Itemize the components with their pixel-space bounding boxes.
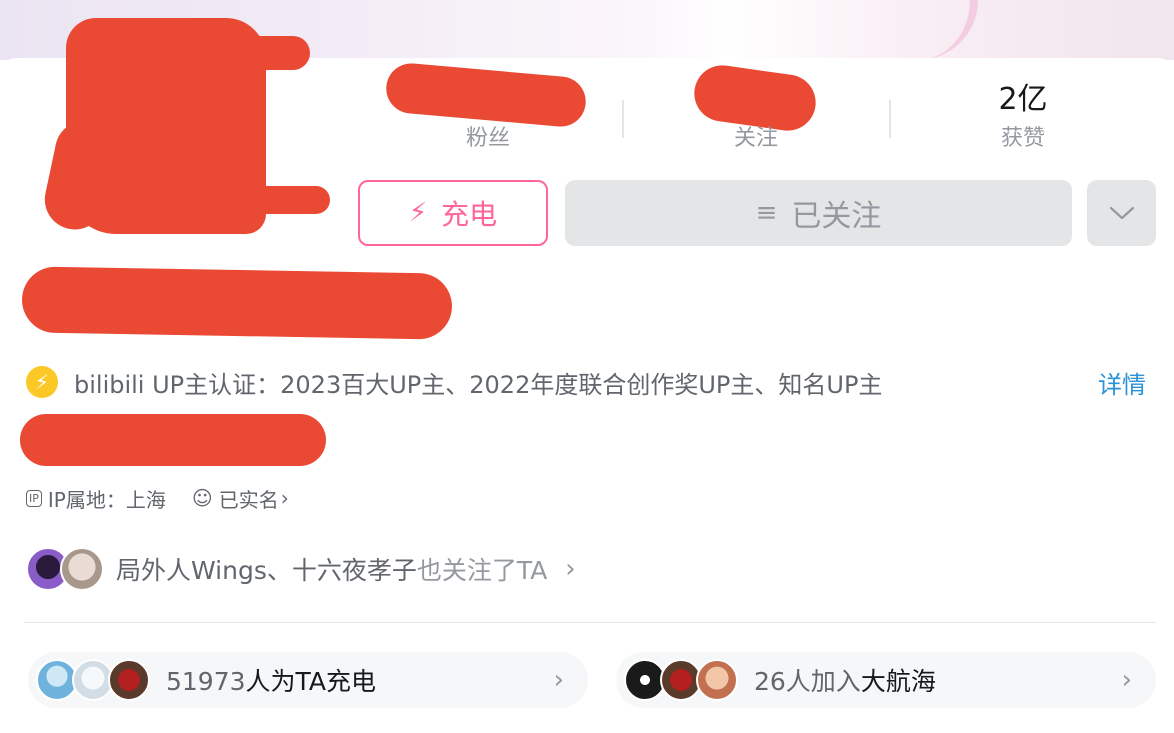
avatar bbox=[60, 547, 104, 591]
lightning-icon: ⚡ bbox=[408, 198, 428, 228]
stat-fans[interactable]: 粉丝 bbox=[418, 80, 558, 152]
fleet-count: 26人加入 bbox=[754, 667, 861, 696]
stat-divider bbox=[889, 100, 891, 138]
stat-likes-value: 2亿 bbox=[998, 82, 1048, 117]
stat-fans-label: 粉丝 bbox=[465, 126, 510, 151]
ip-location-row: IP IP属地：上海 ☺ 已实名 › bbox=[26, 483, 289, 513]
stat-following-value bbox=[686, 80, 826, 120]
redaction-username bbox=[21, 266, 453, 340]
ip-badge-icon: IP bbox=[26, 489, 42, 507]
charge-summary-label: 人为TA充电 bbox=[245, 667, 376, 696]
menu-icon: ≡ bbox=[755, 198, 778, 228]
verification-text: bilibili UP主认证：2023百大UP主、2022年度联合创作奖UP主、… bbox=[74, 370, 883, 399]
charge-button[interactable]: ⚡ 充电 bbox=[358, 180, 548, 246]
chevron-right-icon: › bbox=[1121, 665, 1132, 695]
chevron-down-icon bbox=[1109, 206, 1134, 220]
chevron-right-icon: › bbox=[553, 665, 564, 695]
up-verification: ⚡ bilibili UP主认证：2023百大UP主、2022年度联合创作奖UP… bbox=[26, 362, 1166, 402]
charge-button-label: 充电 bbox=[441, 198, 498, 231]
redaction-avatar-stroke2 bbox=[230, 36, 310, 70]
chevron-right-icon: › bbox=[280, 486, 289, 510]
realname-link[interactable]: 已实名 bbox=[219, 484, 279, 513]
mutual-follow-row[interactable]: 局外人Wings、十六夜孝子 也关注了TA › bbox=[26, 546, 576, 592]
ip-location-text: IP属地：上海 bbox=[47, 487, 166, 512]
fleet-summary-text: 26人加入大航海 bbox=[754, 662, 936, 698]
stat-likes[interactable]: 2亿 获赞 bbox=[953, 80, 1093, 152]
verified-lightning-icon: ⚡ bbox=[26, 366, 58, 398]
followed-button-label: 已关注 bbox=[791, 199, 882, 234]
banner-decoration bbox=[800, 0, 978, 60]
mutual-follow-suffix: 也关注了TA bbox=[416, 556, 548, 585]
stat-likes-label: 获赞 bbox=[1000, 126, 1045, 151]
person-icon: ☺ bbox=[191, 486, 213, 510]
charge-summary-text: 51973人为TA充电 bbox=[166, 662, 376, 698]
charge-count: 51973 bbox=[166, 667, 246, 696]
stat-divider bbox=[622, 100, 624, 138]
redaction-bio bbox=[20, 414, 326, 466]
fleet-summary-card[interactable]: 26人加入大航海 › bbox=[616, 652, 1156, 708]
fleet-highlight: 大航海 bbox=[860, 667, 936, 696]
more-dropdown-button[interactable] bbox=[1087, 180, 1156, 246]
avatar bbox=[696, 659, 738, 701]
chevron-right-icon: › bbox=[565, 554, 576, 584]
followed-button[interactable]: ≡ 已关注 bbox=[565, 180, 1072, 246]
charge-summary-card[interactable]: 51973人为TA充电 › bbox=[28, 652, 588, 708]
section-divider bbox=[24, 622, 1156, 623]
stat-fans-value bbox=[418, 80, 558, 120]
mutual-follow-names: 局外人Wings、十六夜孝子 bbox=[116, 556, 417, 585]
verification-detail-link[interactable]: 详情 bbox=[1098, 365, 1146, 400]
redaction-avatar-stroke3 bbox=[220, 186, 330, 214]
stat-following-label: 关注 bbox=[733, 126, 778, 151]
stat-following[interactable]: 关注 bbox=[686, 80, 826, 152]
avatar bbox=[108, 659, 150, 701]
